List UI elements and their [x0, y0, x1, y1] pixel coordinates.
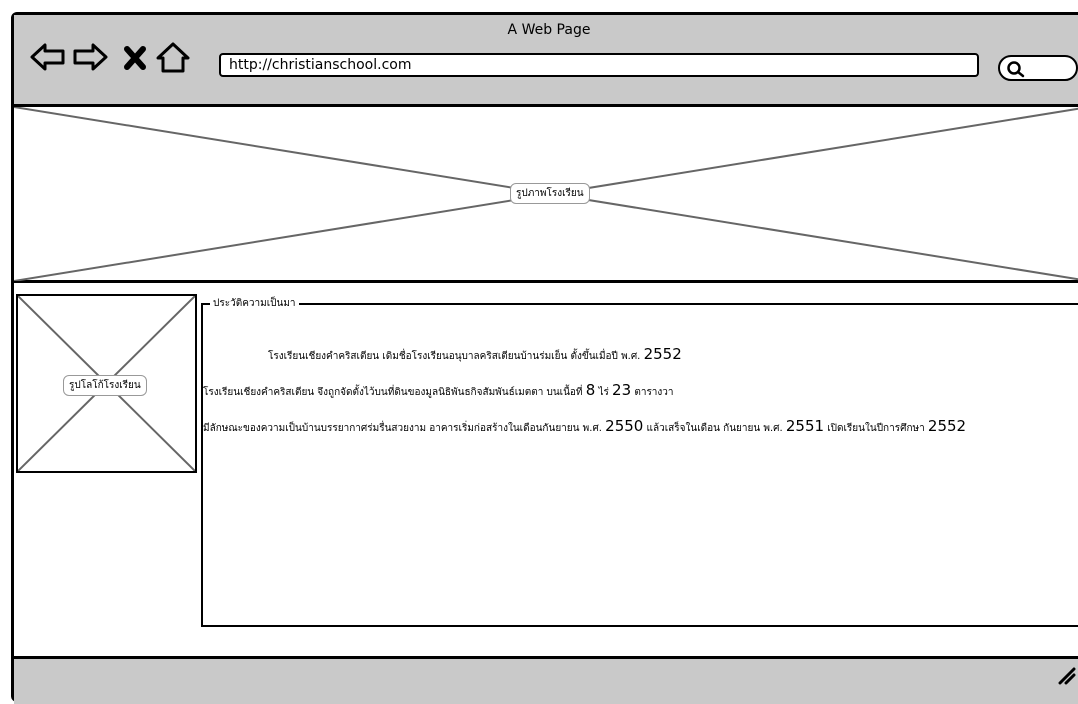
p2-text-a: โรงเรียนเชียงคำคริสเตียน จึงถูกจัดตั้งไว… — [203, 387, 583, 398]
p1-year: 2552 — [643, 345, 682, 363]
p3-text-a: มีลักษณะของความเป็นบ้านบรรยากาศร่มรื่นสว… — [203, 423, 602, 434]
p3-text-c: เปิดเรียนในปีการศึกษา — [827, 423, 925, 434]
stop-icon[interactable] — [117, 41, 155, 73]
history-paragraph-1: โรงเรียนเชียงคำคริสเตียน เดิมชื่อโรงเรีย… — [268, 345, 682, 364]
history-paragraph-3: มีลักษณะของความเป็นบ้านบรรยากาศร่มรื่นสว… — [203, 417, 966, 436]
home-icon[interactable] — [154, 41, 192, 73]
p3-year-c: 2552 — [927, 417, 967, 435]
resize-grip-icon[interactable] — [1056, 665, 1076, 685]
window-title: A Web Page — [507, 22, 591, 38]
p2-num-b: 23 — [612, 381, 632, 399]
forward-icon[interactable] — [71, 41, 109, 73]
history-paragraph-2: โรงเรียนเชียงคำคริสเตียน จึงถูกจัดตั้งไว… — [203, 381, 674, 400]
school-image-label: รูปภาพโรงเรียน — [510, 183, 590, 204]
browser-window: A Web Page http://christianschool.com รู… — [11, 12, 1078, 704]
p3-year-b: 2551 — [785, 417, 825, 435]
school-logo-label: รูปโลโก้โรงเรียน — [63, 375, 147, 396]
p3-text-b: แล้วเสร็จในเดือน กันยายน พ.ศ. — [646, 423, 783, 434]
p2-text-b: ไร่ — [598, 387, 609, 398]
url-input[interactable]: http://christianschool.com — [219, 53, 979, 77]
history-legend: ประวัติความเป็นมา — [210, 296, 299, 311]
search-icon — [1007, 61, 1025, 78]
back-icon[interactable] — [29, 41, 67, 73]
school-logo-placeholder: รูปโลโก้โรงเรียน — [16, 294, 197, 473]
school-image-placeholder: รูปภาพโรงเรียน — [14, 107, 1078, 283]
p3-year-a: 2550 — [605, 417, 644, 435]
browser-statusbar — [14, 656, 1078, 704]
history-fieldset: ประวัติความเป็นมา โรงเรียนเชียงคำคริสเตี… — [201, 296, 1078, 627]
p2-num-a: 8 — [585, 381, 596, 399]
search-input[interactable] — [998, 55, 1078, 81]
p2-text-c: ตารางวา — [634, 387, 674, 398]
browser-titlebar: A Web Page http://christianschool.com — [14, 15, 1078, 107]
p1-text: โรงเรียนเชียงคำคริสเตียน เดิมชื่อโรงเรีย… — [268, 351, 641, 362]
